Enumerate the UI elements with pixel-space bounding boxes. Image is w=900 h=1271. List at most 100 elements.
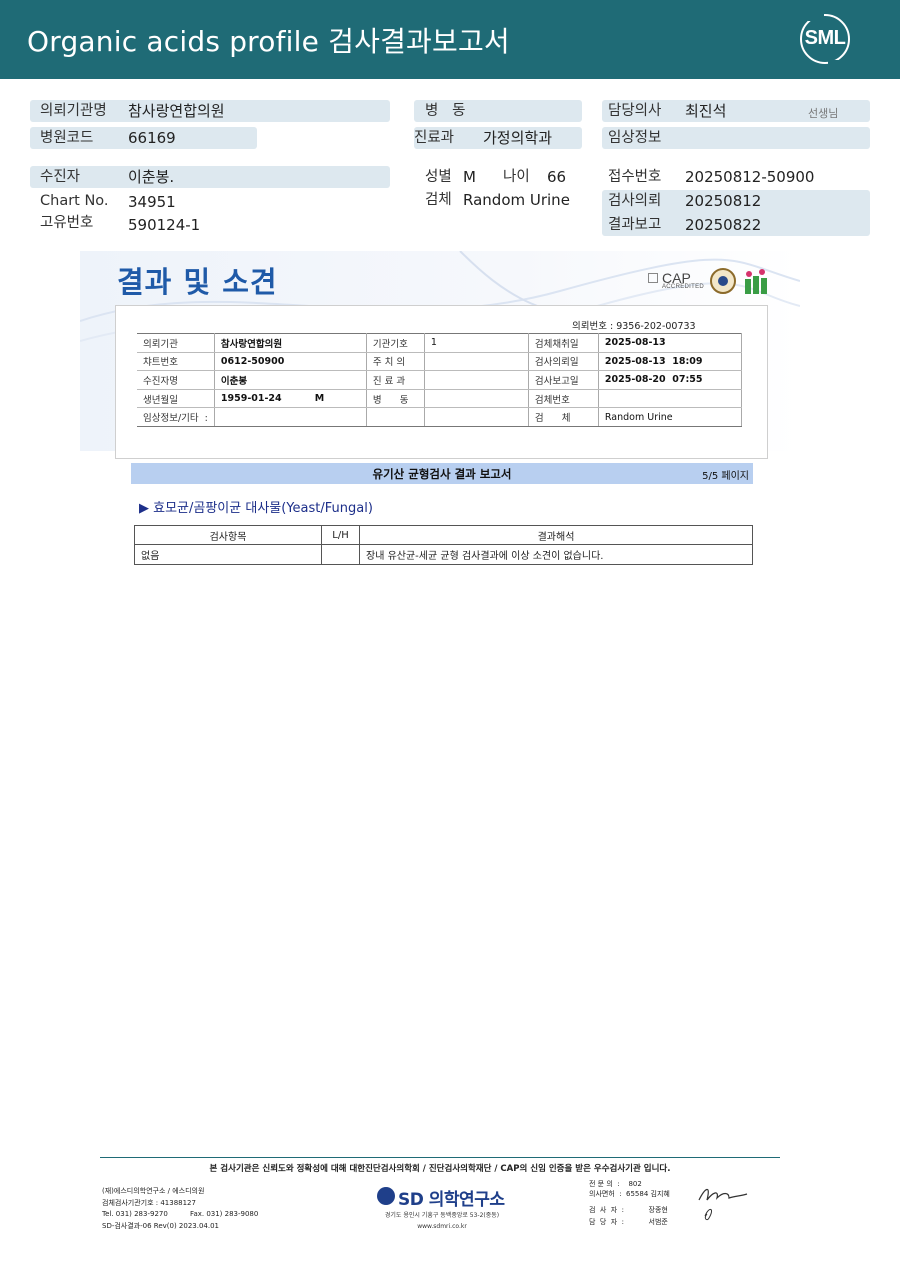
- info-value-cell: 1: [424, 333, 529, 353]
- website-text: www.sdmri.co.kr: [417, 1223, 467, 1230]
- page-indicator: 5/5 페이지: [702, 471, 749, 482]
- code-value: 66169: [128, 129, 176, 147]
- logo-text: SML: [804, 27, 846, 49]
- info-table-row: 챠트번호 0612-50900 주 치 의 검사의뢰일 2025-08-13 18:09: [137, 352, 743, 372]
- result-row: 없음 장내 유산균-세균 균형 검사결과에 이상 소견이 없습니다.: [134, 544, 753, 565]
- info-key-cell: 검사의뢰일: [528, 352, 599, 372]
- id-label: 고유번호: [40, 215, 94, 231]
- info-value-cell: [214, 407, 367, 427]
- id-value: 590124-1: [128, 216, 201, 234]
- form-number: SD-검사결과-06 Rev(0) 2023.04.01: [102, 1221, 219, 1230]
- request-number: 의뢰번호 : 9356-202-00733: [572, 321, 696, 332]
- sex-value: M: [463, 168, 476, 186]
- info-value-cell: [424, 389, 529, 409]
- institution-value: 참사랑연합의원: [128, 102, 225, 120]
- info-key-cell: 주 치 의: [366, 352, 425, 372]
- info-key-cell: 진 료 과: [366, 370, 425, 390]
- result-cell: 장내 유산균-세균 균형 검사결과에 이상 소견이 없습니다.: [359, 544, 753, 565]
- info-table-row: 수진자명 이춘봉 진 료 과 검사보고일 2025-08-20 07:55: [137, 370, 743, 390]
- clinical-label: 임상정보: [608, 130, 662, 146]
- embedded-report: 결과 및 소견 CAP ACCREDITED 의뢰번호 : 9356-202-0…: [80, 251, 800, 578]
- org-code: 검체검사기관기호 : 41388127: [102, 1198, 196, 1207]
- info-value-cell: [598, 389, 743, 409]
- patient-value: 이춘봉.: [128, 168, 175, 186]
- signature-icon: [698, 1188, 748, 1221]
- cap-sub-text: ACCREDITED: [662, 284, 705, 290]
- specimen-value: Random Urine: [463, 191, 570, 209]
- footer-org-info: (재)에스디의학연구소 / 에스디의원 검체검사기관기호 : 41388127 …: [102, 1186, 258, 1232]
- age-value: 66: [547, 168, 567, 186]
- info-value-cell: 이춘봉: [214, 370, 367, 390]
- footer-divider: [100, 1157, 780, 1158]
- dept-value: 가정의학과: [483, 129, 553, 147]
- info-value-cell: 참사랑연합의원: [214, 333, 367, 353]
- footer-signatures: 전 문 의 : 802 의사면허 : 65584 김지혜 검 사 자 : 장종현…: [589, 1179, 670, 1227]
- info-value-cell: 2025-08-13: [598, 333, 743, 353]
- info-value-cell: [424, 370, 529, 390]
- report-header: Organic acids profile 검사결과보고서 SML: [0, 0, 900, 79]
- manager-line: 담 당 자 : 서범준: [589, 1218, 668, 1226]
- sml-logo: SML: [800, 13, 850, 68]
- sex-label: 성별: [425, 169, 452, 185]
- tester-line: 검 사 자 : 장종현: [589, 1206, 668, 1214]
- result-header-cell: L/H: [321, 525, 360, 545]
- report-value: 20250822: [685, 216, 762, 234]
- info-table-row: 의뢰기관 참사랑연합의원 기관기호 1 검체채취일 2025-08-13: [137, 333, 743, 353]
- license-line: 의사면허 : 65584 김지혜: [589, 1190, 670, 1198]
- patient-label: 수진자: [40, 169, 81, 185]
- result-header-cell: 검사항목: [134, 525, 322, 545]
- director-line: 전 문 의 : 802: [589, 1180, 642, 1188]
- doctor-suffix: 선생님: [808, 107, 839, 120]
- certification-seal-icon: [710, 268, 736, 294]
- info-key-cell: 챠트번호: [137, 352, 215, 372]
- receipt-label: 접수번호: [608, 169, 662, 185]
- chart-value: 34951: [128, 193, 176, 211]
- specimen-label: 검체: [425, 192, 452, 208]
- info-key-cell: 검 체: [528, 407, 599, 427]
- info-key-cell: 병 동: [366, 389, 425, 409]
- institution-label: 의뢰기관명: [40, 103, 107, 119]
- request-value: 20250812: [685, 192, 762, 210]
- page-title: Organic acids profile 검사결과보고서: [27, 25, 510, 58]
- info-value-cell: [424, 407, 529, 427]
- age-label: 나이: [503, 169, 530, 185]
- footer-certification: 본 검사기관은 신뢰도와 정확성에 대해 대한진단검사의학회 / 진단검사의학재…: [209, 1164, 671, 1174]
- info-value-cell: [424, 352, 529, 372]
- doctor-label: 담당의사: [608, 103, 662, 119]
- sd-name: SD 의학연구소: [398, 1190, 505, 1210]
- code-label: 병원코드: [40, 130, 94, 146]
- info-key-cell: 의뢰기관: [137, 333, 215, 353]
- result-cell: [321, 544, 360, 565]
- info-key-cell: [366, 407, 425, 427]
- info-key-cell: 임상정보/기타 :: [137, 407, 215, 427]
- info-value-cell: 1959-01-24 M: [214, 389, 367, 409]
- info-value-cell: 2025-08-20 07:55: [598, 370, 743, 390]
- info-key-cell: 생년월일: [137, 389, 215, 409]
- sd-mark-icon: [377, 1187, 395, 1205]
- result-cell: 없음: [134, 544, 322, 565]
- sd-address: 경기도 용인시 기흥구 동백중앙로 53-2(중동) www.sdmri.co.…: [377, 1210, 507, 1232]
- info-value-cell: 0612-50900: [214, 352, 367, 372]
- org-name: (재)에스디의학연구소 / 에스디의원: [102, 1187, 205, 1195]
- info-key-cell: 검사보고일: [528, 370, 599, 390]
- patient-info-table: 의뢰기관 참사랑연합의원 기관기호 1 검체채취일 2025-08-13 챠트번호 0612-…: [137, 333, 743, 427]
- info-key-cell: 검체채취일: [528, 333, 599, 353]
- info-value-cell: Random Urine: [598, 407, 743, 427]
- info-value-cell: 2025-08-13 18:09: [598, 352, 743, 372]
- patient-row-bg: [30, 166, 390, 188]
- result-table: 검사항목 L/H 결과해석 없음 장내 유산균-세균 균형 검사결과에 이상 소견이 없…: [134, 525, 753, 565]
- report-title: 결과 및 소견: [117, 265, 278, 299]
- section-title: 유기산 균형검사 결과 보고서: [372, 467, 512, 481]
- ward-label: 병 동: [425, 103, 466, 119]
- receipt-value: 20250812-50900: [685, 168, 815, 186]
- cap-accredited-logo: CAP ACCREDITED: [648, 270, 706, 294]
- info-table-row: 생년월일 1959-01-24 M병 동 검체번호: [137, 389, 743, 409]
- address-text: 경기도 용인시 기흥구 동백중앙로 53-2(중동): [384, 1212, 500, 1219]
- info-key-cell: 기관기호: [366, 333, 425, 353]
- request-label: 검사의뢰: [608, 193, 662, 209]
- result-header-row: 검사항목 L/H 결과해석: [134, 525, 753, 545]
- org-phone: Tel. 031) 283-9270 Fax. 031) 283-9080: [102, 1210, 259, 1218]
- cap-box-icon: [648, 273, 658, 283]
- subsection-title: ▶ 효모균/곰팡이균 대사물(Yeast/Fungal): [139, 501, 373, 516]
- info-key-cell: 수진자명: [137, 370, 215, 390]
